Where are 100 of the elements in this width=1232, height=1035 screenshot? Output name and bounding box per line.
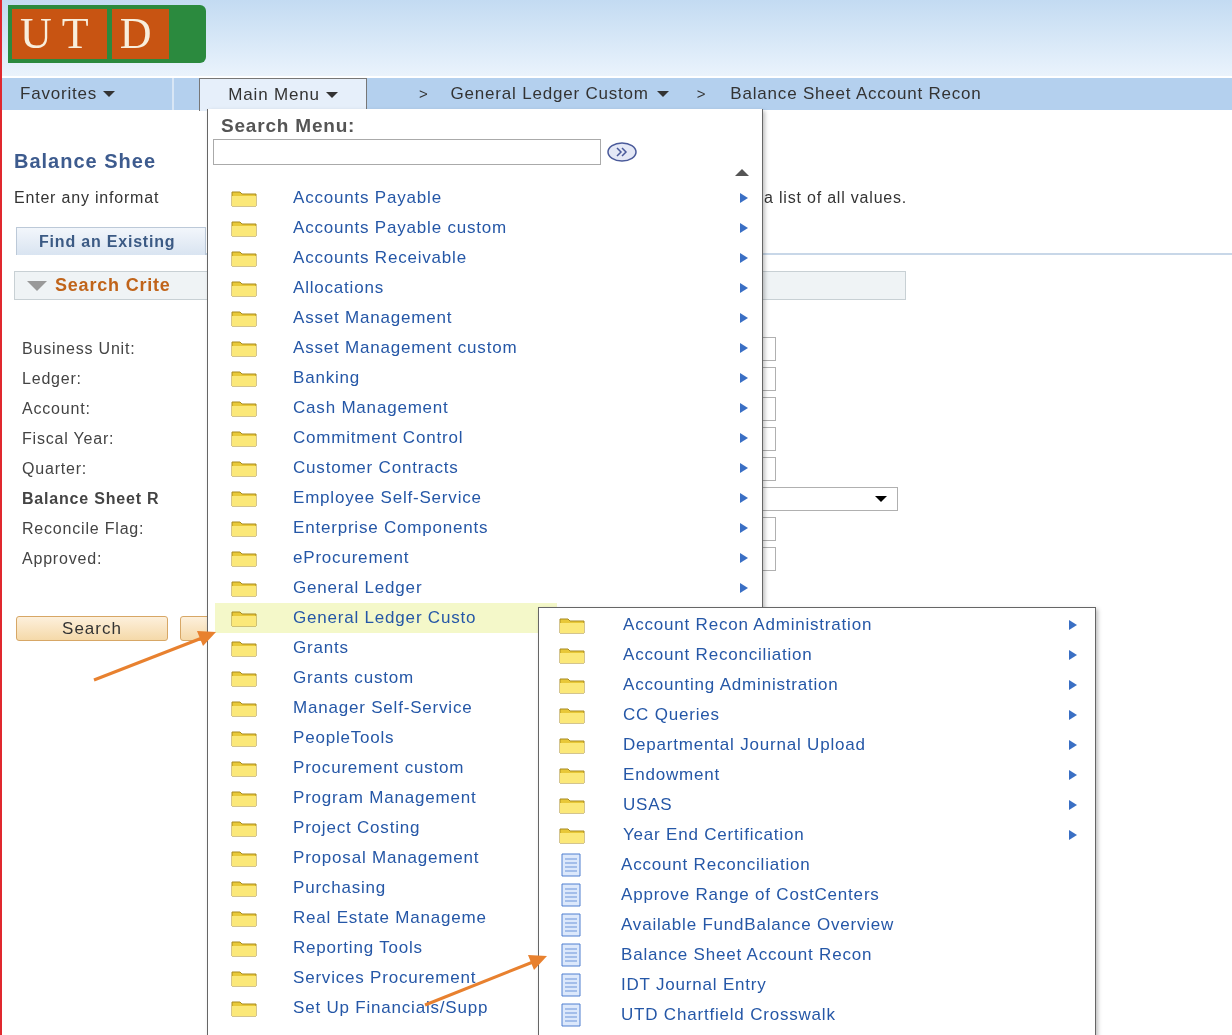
menu-item[interactable]: Cash Management — [213, 393, 761, 423]
menu-search-field[interactable] — [213, 139, 601, 165]
logo-letters: UT — [12, 9, 107, 59]
menu-item-label: Accounts Payable custom — [293, 218, 507, 238]
folder-icon — [231, 489, 257, 507]
menu-item[interactable]: General Ledger — [213, 573, 761, 603]
search-button[interactable]: Search — [16, 616, 168, 641]
menu-item[interactable]: Services Procurement — [213, 963, 531, 993]
menu-item-label: Balance Sheet Account Recon — [621, 945, 873, 965]
menu-item-label: IDT Journal Entry — [621, 975, 767, 995]
menu-item-label: Accounts Receivable — [293, 248, 467, 268]
folder-icon — [559, 796, 585, 814]
menu-item[interactable]: Year End Certification — [539, 820, 1095, 850]
menu-item[interactable]: Account Reconciliation — [539, 640, 1095, 670]
dropdown-field[interactable] — [762, 487, 898, 511]
menu-item[interactable]: PeopleTools — [213, 723, 531, 753]
search-go-button[interactable] — [607, 142, 637, 162]
menu-item[interactable]: Accounts Payable — [213, 183, 761, 213]
menu-item[interactable]: Procurement custom — [213, 753, 531, 783]
menu-item[interactable]: Reporting Tools — [213, 933, 531, 963]
menu-item[interactable]: UTD Chartfield Crosswalk — [539, 1000, 1095, 1030]
folder-icon — [231, 459, 257, 477]
folder-icon — [231, 759, 257, 777]
submenu-arrow-icon — [1069, 800, 1077, 810]
field-label: Balance Sheet R — [21, 490, 161, 508]
menu-item[interactable]: Accounting Administration — [539, 670, 1095, 700]
menu-item[interactable]: Asset Management custom — [213, 333, 761, 363]
menu-item-label: Procurement custom — [293, 758, 465, 778]
menu-item[interactable]: Grants — [213, 633, 531, 663]
menu-item[interactable]: Customer Contracts — [213, 453, 761, 483]
search-menu-label: Search Menu: — [220, 115, 357, 137]
field-label: Fiscal Year: — [21, 430, 116, 448]
folder-icon — [231, 879, 257, 897]
caret-icon — [103, 91, 116, 97]
menu-item-label: Enterprise Components — [293, 518, 489, 538]
submenu-arrow-icon — [740, 493, 748, 503]
submenu-arrow-icon — [740, 553, 748, 563]
menu-item[interactable]: Balance Sheet Account Recon — [539, 940, 1095, 970]
menu-item[interactable]: Purchasing — [213, 873, 531, 903]
submenu-arrow-icon — [740, 313, 748, 323]
menu-item-label: Proposal Management — [293, 848, 480, 868]
folder-icon — [231, 279, 257, 297]
menu-item-label: Purchasing — [293, 878, 387, 898]
submenu-arrow-icon — [740, 523, 748, 533]
menu-item[interactable]: Commitment Control — [213, 423, 761, 453]
menu-item[interactable]: Enterprise Components — [213, 513, 761, 543]
menu-item-label: Reporting Tools — [293, 938, 423, 958]
submenu-arrow-icon — [740, 193, 748, 203]
menu-item[interactable]: Employee Self-Service — [213, 483, 761, 513]
menu-item[interactable]: Allocations — [213, 273, 761, 303]
menu-item[interactable]: Approve Range of CostCenters — [539, 880, 1095, 910]
field-label: Ledger: — [21, 370, 83, 388]
folder-icon — [231, 369, 257, 387]
menu-item-label: Customer Contracts — [293, 458, 459, 478]
folder-icon — [231, 699, 257, 717]
submenu-arrow-icon — [740, 253, 748, 263]
menu-item-label: Available FundBalance Overview — [621, 915, 895, 935]
document-icon — [559, 973, 583, 997]
menu-item-label: Real Estate Manageme — [293, 908, 487, 928]
menu-item[interactable]: Set Up Financials/Supp — [213, 993, 531, 1023]
menu-item[interactable]: Asset Management — [213, 303, 761, 333]
breadcrumb-link[interactable]: General Ledger Custom — [450, 78, 669, 110]
find-existing-tab[interactable]: Find an Existing — [16, 227, 206, 255]
main-menu-button[interactable]: Main Menu — [199, 78, 367, 111]
menu-item[interactable]: Available FundBalance Overview — [539, 910, 1095, 940]
menu-item-label: Cash Management — [293, 398, 449, 418]
menu-item-label: Approve Range of CostCenters — [621, 885, 880, 905]
menu-item[interactable]: Banking — [213, 363, 761, 393]
folder-icon — [231, 939, 257, 957]
menu-item[interactable]: Grants custom — [213, 663, 531, 693]
menu-item[interactable]: General Ledger Custo — [215, 603, 557, 633]
menu-item[interactable]: USAS — [539, 790, 1095, 820]
menu-item[interactable]: Departmental Journal Upload — [539, 730, 1095, 760]
menu-item-label: Accounts Payable — [293, 188, 442, 208]
submenu-arrow-icon — [740, 463, 748, 473]
menu-item[interactable]: CC Queries — [539, 700, 1095, 730]
scroll-up-icon — [735, 169, 749, 176]
folder-icon — [231, 189, 257, 207]
menu-item[interactable]: Account Reconciliation — [539, 850, 1095, 880]
folder-icon — [559, 826, 585, 844]
instruction-text: a list of all values. — [764, 189, 908, 207]
folder-icon — [231, 849, 257, 867]
menu-item[interactable]: eProcurement — [213, 543, 761, 573]
menu-item[interactable]: Accounts Payable custom — [213, 213, 761, 243]
breadcrumb-separator: > — [696, 84, 707, 104]
menu-item[interactable]: IDT Journal Entry — [539, 970, 1095, 1000]
menu-item[interactable]: Accounts Receivable — [213, 243, 761, 273]
menu-item[interactable]: Program Management — [213, 783, 531, 813]
menu-item-label: Set Up Financials/Supp — [293, 998, 489, 1018]
menu-item[interactable]: Proposal Management — [213, 843, 531, 873]
menu-item[interactable]: Real Estate Manageme — [213, 903, 531, 933]
favorites-menu[interactable]: Favorites — [2, 78, 174, 110]
folder-icon — [231, 339, 257, 357]
menu-item[interactable]: Project Costing — [213, 813, 531, 843]
menu-item[interactable]: Manager Self-Service — [213, 693, 531, 723]
menu-item-label: CC Queries — [623, 705, 720, 725]
document-icon — [559, 883, 583, 907]
folder-icon — [559, 676, 585, 694]
breadcrumb-link[interactable]: Balance Sheet Account Recon — [730, 78, 982, 110]
menu-item[interactable]: Endowment — [539, 760, 1095, 790]
